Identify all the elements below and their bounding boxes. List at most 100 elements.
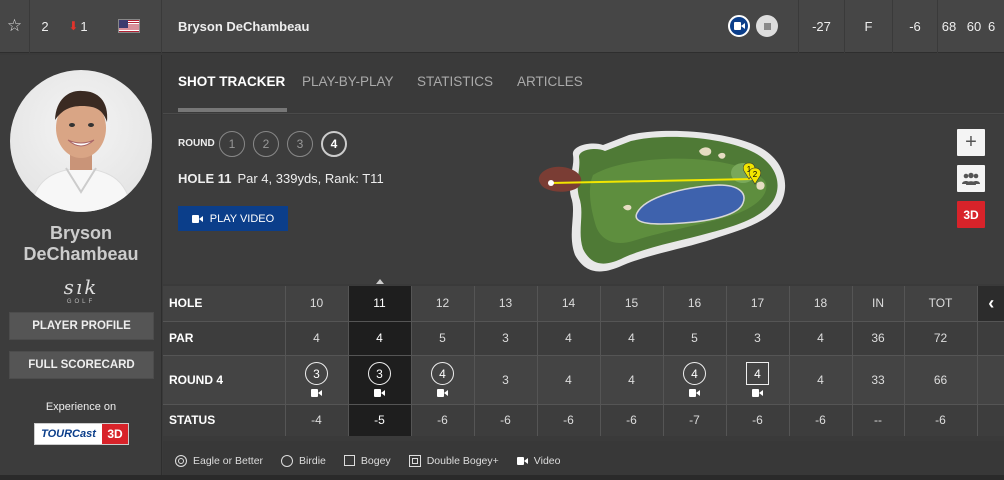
legend-bogey-label: Bogey [360, 454, 391, 467]
round-2-button[interactable]: 2 [253, 131, 279, 157]
favorite-star-icon[interactable]: ☆ [0, 0, 30, 53]
score-cell[interactable]: 4 [411, 355, 475, 405]
player-first-name: Bryson [49, 223, 112, 243]
video-icon[interactable] [689, 389, 700, 397]
leaderboard-row[interactable]: ☆ 2 ⬇ 1 Bryson DeChambeau -27 F -6 68 60 … [0, 0, 1004, 53]
score-cell[interactable]: 4 [600, 355, 664, 405]
hole-17[interactable]: 17 [726, 286, 790, 322]
hole-row: HOLE 10 11 12 13 14 15 16 17 18 IN TOT ‹ [163, 286, 1004, 322]
par-score: 4 [817, 372, 824, 387]
score-in: 33 [852, 355, 905, 405]
video-icon [516, 456, 528, 465]
double-bogey-icon [408, 454, 421, 467]
legend-video-label: Video [533, 454, 561, 467]
play-video-label: PLAY VIDEO [209, 212, 275, 225]
hole-detail: Par 4, 339yds, Rank: T11 [237, 171, 384, 186]
legend-video: Video [516, 454, 561, 467]
bogey-icon [343, 455, 355, 466]
birdie-score: 4 [431, 362, 454, 385]
round-label: ROUND [178, 138, 215, 149]
legend-birdie-label: Birdie [299, 454, 326, 467]
tab-articles[interactable]: ARTICLES [517, 74, 583, 89]
media-controls [708, 0, 799, 53]
hole-label: HOLE [163, 286, 286, 322]
video-icon[interactable] [752, 389, 763, 397]
hole-16[interactable]: 16 [663, 286, 727, 322]
legend-eagle-label: Eagle or Better [193, 454, 264, 467]
group-view-button[interactable] [957, 165, 985, 192]
hole-12[interactable]: 12 [411, 286, 475, 322]
score-tot: 66 [904, 355, 978, 405]
hole-15[interactable]: 15 [600, 286, 664, 322]
bogey-score: 4 [746, 362, 769, 385]
status-cell: -6 [726, 404, 790, 436]
birdie-score: 4 [683, 362, 706, 385]
legend-birdie: Birdie [281, 454, 326, 467]
status-cell: -5 [348, 404, 412, 436]
3d-view-button[interactable]: 3D [957, 201, 985, 228]
video-icon [191, 214, 203, 223]
tab-statistics[interactable]: STATISTICS [417, 74, 493, 89]
birdie-score: 3 [305, 362, 328, 385]
full-scorecard-button[interactable]: FULL SCORECARD [9, 351, 154, 379]
hole-number: HOLE 11 [178, 171, 232, 186]
total-to-par: -27 [799, 0, 845, 53]
par-in: 36 [852, 321, 905, 356]
zoom-plus-button[interactable]: + [957, 129, 985, 156]
par-cell: 4 [600, 321, 664, 356]
par-cell: 4 [789, 321, 853, 356]
player-name[interactable]: Bryson DeChambeau [162, 0, 708, 53]
play-video-button[interactable]: PLAY VIDEO [178, 206, 288, 231]
status-cell: -6 [600, 404, 664, 436]
par-cell: 4 [285, 321, 349, 356]
score-cell[interactable]: 3 [285, 355, 349, 405]
legend-eagle: Eagle or Better [175, 454, 264, 467]
tab-play-by-play[interactable]: PLAY-BY-PLAY [302, 74, 394, 89]
status-row: STATUS -4 -5 -6 -6 -6 -6 -7 -6 -6 -- -6 [163, 404, 1004, 436]
par-score: 3 [502, 372, 509, 387]
hole-map[interactable]: 1 2 [533, 123, 793, 283]
par-row: PAR 4 4 5 3 4 4 5 3 4 36 72 [163, 321, 1004, 356]
hole-14[interactable]: 14 [537, 286, 601, 322]
stop-icon[interactable] [756, 15, 778, 37]
chevron-left-icon: ‹ [988, 292, 995, 313]
hole-11[interactable]: 11 [348, 286, 412, 322]
par-cell: 5 [663, 321, 727, 356]
round-1-button[interactable]: 1 [219, 131, 245, 157]
score-cell[interactable]: 4 [537, 355, 601, 405]
status-cell: -6 [789, 404, 853, 436]
round-4-button[interactable]: 4 [321, 131, 347, 157]
collapse-scorecard-button[interactable]: ‹ [977, 286, 1004, 322]
thru: F [845, 0, 893, 53]
hole-info: HOLE 11 Par 4, 339yds, Rank: T11 [178, 171, 384, 186]
sponsor-logo: sık [63, 275, 99, 299]
round-2-score: 60 [966, 18, 982, 34]
round-3-button[interactable]: 3 [287, 131, 313, 157]
round-label: ROUND 4 [163, 355, 286, 405]
current-hole-caret-icon [376, 279, 384, 284]
round-4-row: ROUND 4 3 3 4 3 4 4 4 4 4 33 66 [163, 355, 1004, 405]
hole-13[interactable]: 13 [474, 286, 538, 322]
score-cell[interactable]: 3 [474, 355, 538, 405]
birdie-icon [281, 454, 294, 467]
video-icon[interactable] [728, 15, 750, 37]
tourcast-3d-button[interactable]: TOURCast 3D [34, 423, 129, 445]
hole-tot: TOT [904, 286, 978, 322]
video-icon[interactable] [311, 389, 322, 397]
hole-10[interactable]: 10 [285, 286, 349, 322]
status-cell: -4 [285, 404, 349, 436]
score-cell[interactable]: 4 [663, 355, 727, 405]
legend-bogey: Bogey [343, 454, 391, 467]
par-cell: 4 [537, 321, 601, 356]
par-score: 4 [565, 372, 572, 387]
score-cell[interactable]: 4 [726, 355, 790, 405]
score-cell[interactable]: 3 [348, 355, 412, 405]
tab-shot-tracker[interactable]: SHOT TRACKER [178, 74, 285, 89]
hole-18[interactable]: 18 [789, 286, 853, 322]
video-icon[interactable] [374, 389, 385, 397]
video-icon[interactable] [437, 389, 448, 397]
round-1-score: 68 [941, 18, 957, 34]
player-profile-button[interactable]: PLAYER PROFILE [9, 312, 154, 340]
eagle-icon [175, 454, 187, 467]
score-cell[interactable]: 4 [789, 355, 853, 405]
